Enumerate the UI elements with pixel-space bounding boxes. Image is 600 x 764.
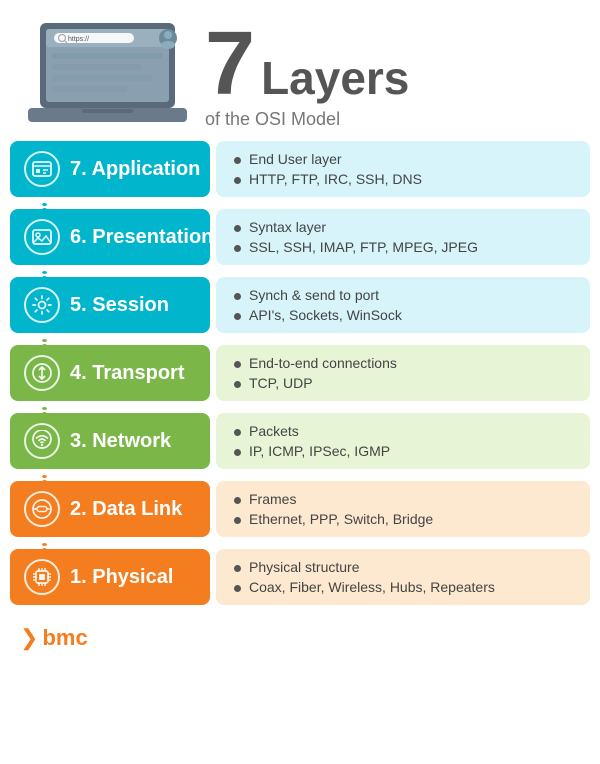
- layer-bullet-4-2: TCP, UDP: [234, 375, 572, 391]
- bmc-logo-text: bmc: [42, 625, 87, 651]
- bullet-dot: [234, 381, 241, 388]
- bullet-dot: [234, 245, 241, 252]
- layer-right-5: Synch & send to port API's, Sockets, WinS…: [216, 277, 590, 333]
- bullet-dot: [234, 313, 241, 320]
- bullet-dot: [234, 293, 241, 300]
- layer-right-2: Frames Ethernet, PPP, Switch, Bridge: [216, 481, 590, 537]
- layer-row-2: 2. Data Link Frames Ethernet, PPP, Switch,…: [10, 481, 590, 537]
- layer-row-4: 4. Transport End-to-end connections TCP, U…: [10, 345, 590, 401]
- footer: ❯ bmc: [0, 613, 600, 661]
- layer-bullet-5-2: API's, Sockets, WinSock: [234, 307, 572, 323]
- bullet-text: Synch & send to port: [249, 287, 379, 303]
- bullet-text: Packets: [249, 423, 299, 439]
- title-subtitle: of the OSI Model: [205, 109, 580, 130]
- laptop-illustration: https://: [20, 18, 195, 131]
- layer-row-5: 5. Session Synch & send to port API's, Soc…: [10, 277, 590, 333]
- layer-left-7: 7. Application: [10, 141, 210, 197]
- bmc-logo: ❯ bmc: [20, 625, 88, 651]
- layer-left-5: 5. Session: [10, 277, 210, 333]
- layer-bullet-5-1: Synch & send to port: [234, 287, 572, 303]
- title-number: 7: [205, 19, 255, 109]
- bullet-text: Ethernet, PPP, Switch, Bridge: [249, 511, 433, 527]
- layer-name-1: 1. Physical: [70, 566, 173, 589]
- layer-left-4: 4. Transport: [10, 345, 210, 401]
- bullet-dot: [234, 361, 241, 368]
- layer-name-4: 4. Transport: [70, 362, 184, 385]
- bmc-icon: ❯: [20, 625, 38, 651]
- bullet-text: SSL, SSH, IMAP, FTP, MPEG, JPEG: [249, 239, 478, 255]
- layer-left-1: 1. Physical: [10, 549, 210, 605]
- layer-bullet-1-1: Physical structure: [234, 559, 572, 575]
- layer-row-6: 6. Presentation Syntax layer SSL, SSH, IMA…: [10, 209, 590, 265]
- bullet-text: IP, ICMP, IPSec, IGMP: [249, 443, 390, 459]
- svg-text:https://: https://: [68, 36, 89, 43]
- layer-bullet-4-1: End-to-end connections: [234, 355, 572, 371]
- layer-icon-2: [24, 491, 60, 527]
- layer-right-1: Physical structure Coax, Fiber, Wireless,…: [216, 549, 590, 605]
- layer-row-3: 3. Network Packets IP, ICMP, IPSec, IGMP: [10, 413, 590, 469]
- layer-name-5: 5. Session: [70, 294, 169, 317]
- layer-name-3: 3. Network: [70, 430, 171, 453]
- bullet-dot: [234, 225, 241, 232]
- layer-name-2: 2. Data Link: [70, 498, 182, 521]
- bullet-text: Physical structure: [249, 559, 359, 575]
- layer-bullet-7-1: End User layer: [234, 151, 572, 167]
- layer-icon-1: [24, 559, 60, 595]
- layer-left-6: 6. Presentation: [10, 209, 210, 265]
- bullet-text: TCP, UDP: [249, 375, 313, 391]
- layer-bullet-6-1: Syntax layer: [234, 219, 572, 235]
- title-block: 7 Layers of the OSI Model: [195, 19, 580, 130]
- layer-name-7: 7. Application: [70, 158, 200, 181]
- layer-icon-5: [24, 287, 60, 323]
- layer-left-3: 3. Network: [10, 413, 210, 469]
- layer-bullet-7-2: HTTP, FTP, IRC, SSH, DNS: [234, 171, 572, 187]
- layer-bullet-2-2: Ethernet, PPP, Switch, Bridge: [234, 511, 572, 527]
- bullet-dot: [234, 585, 241, 592]
- layers-container: 7. Application End User layer HTTP, FTP, I…: [0, 141, 600, 605]
- layer-right-6: Syntax layer SSL, SSH, IMAP, FTP, MPEG, J…: [216, 209, 590, 265]
- bullet-text: API's, Sockets, WinSock: [249, 307, 402, 323]
- layer-left-2: 2. Data Link: [10, 481, 210, 537]
- bullet-text: Coax, Fiber, Wireless, Hubs, Repeaters: [249, 579, 495, 595]
- layer-bullet-3-2: IP, ICMP, IPSec, IGMP: [234, 443, 572, 459]
- layer-bullet-1-2: Coax, Fiber, Wireless, Hubs, Repeaters: [234, 579, 572, 595]
- layer-bullet-2-1: Frames: [234, 491, 572, 507]
- bullet-dot: [234, 497, 241, 504]
- bullet-text: Frames: [249, 491, 296, 507]
- layer-right-7: End User layer HTTP, FTP, IRC, SSH, DNS: [216, 141, 590, 197]
- layer-right-4: End-to-end connections TCP, UDP: [216, 345, 590, 401]
- title-layers: Layers: [261, 55, 409, 101]
- bullet-dot: [234, 565, 241, 572]
- layer-right-3: Packets IP, ICMP, IPSec, IGMP: [216, 413, 590, 469]
- bullet-text: HTTP, FTP, IRC, SSH, DNS: [249, 171, 422, 187]
- layer-icon-4: [24, 355, 60, 391]
- layer-icon-6: [24, 219, 60, 255]
- bullet-dot: [234, 157, 241, 164]
- layer-name-6: 6. Presentation: [70, 226, 213, 249]
- bullet-dot: [234, 517, 241, 524]
- bullet-text: End User layer: [249, 151, 342, 167]
- layer-row-1: 1. Physical Physical structure Coax, Fiber…: [10, 549, 590, 605]
- layer-icon-7: [24, 151, 60, 187]
- bullet-text: End-to-end connections: [249, 355, 397, 371]
- layer-bullet-6-2: SSL, SSH, IMAP, FTP, MPEG, JPEG: [234, 239, 572, 255]
- bullet-dot: [234, 449, 241, 456]
- bullet-dot: [234, 429, 241, 436]
- header: https:// 7 Layers of the OSI Model: [0, 0, 600, 141]
- layer-icon-3: [24, 423, 60, 459]
- layer-row-7: 7. Application End User layer HTTP, FTP, I…: [10, 141, 590, 197]
- layer-bullet-3-1: Packets: [234, 423, 572, 439]
- bullet-dot: [234, 177, 241, 184]
- bullet-text: Syntax layer: [249, 219, 326, 235]
